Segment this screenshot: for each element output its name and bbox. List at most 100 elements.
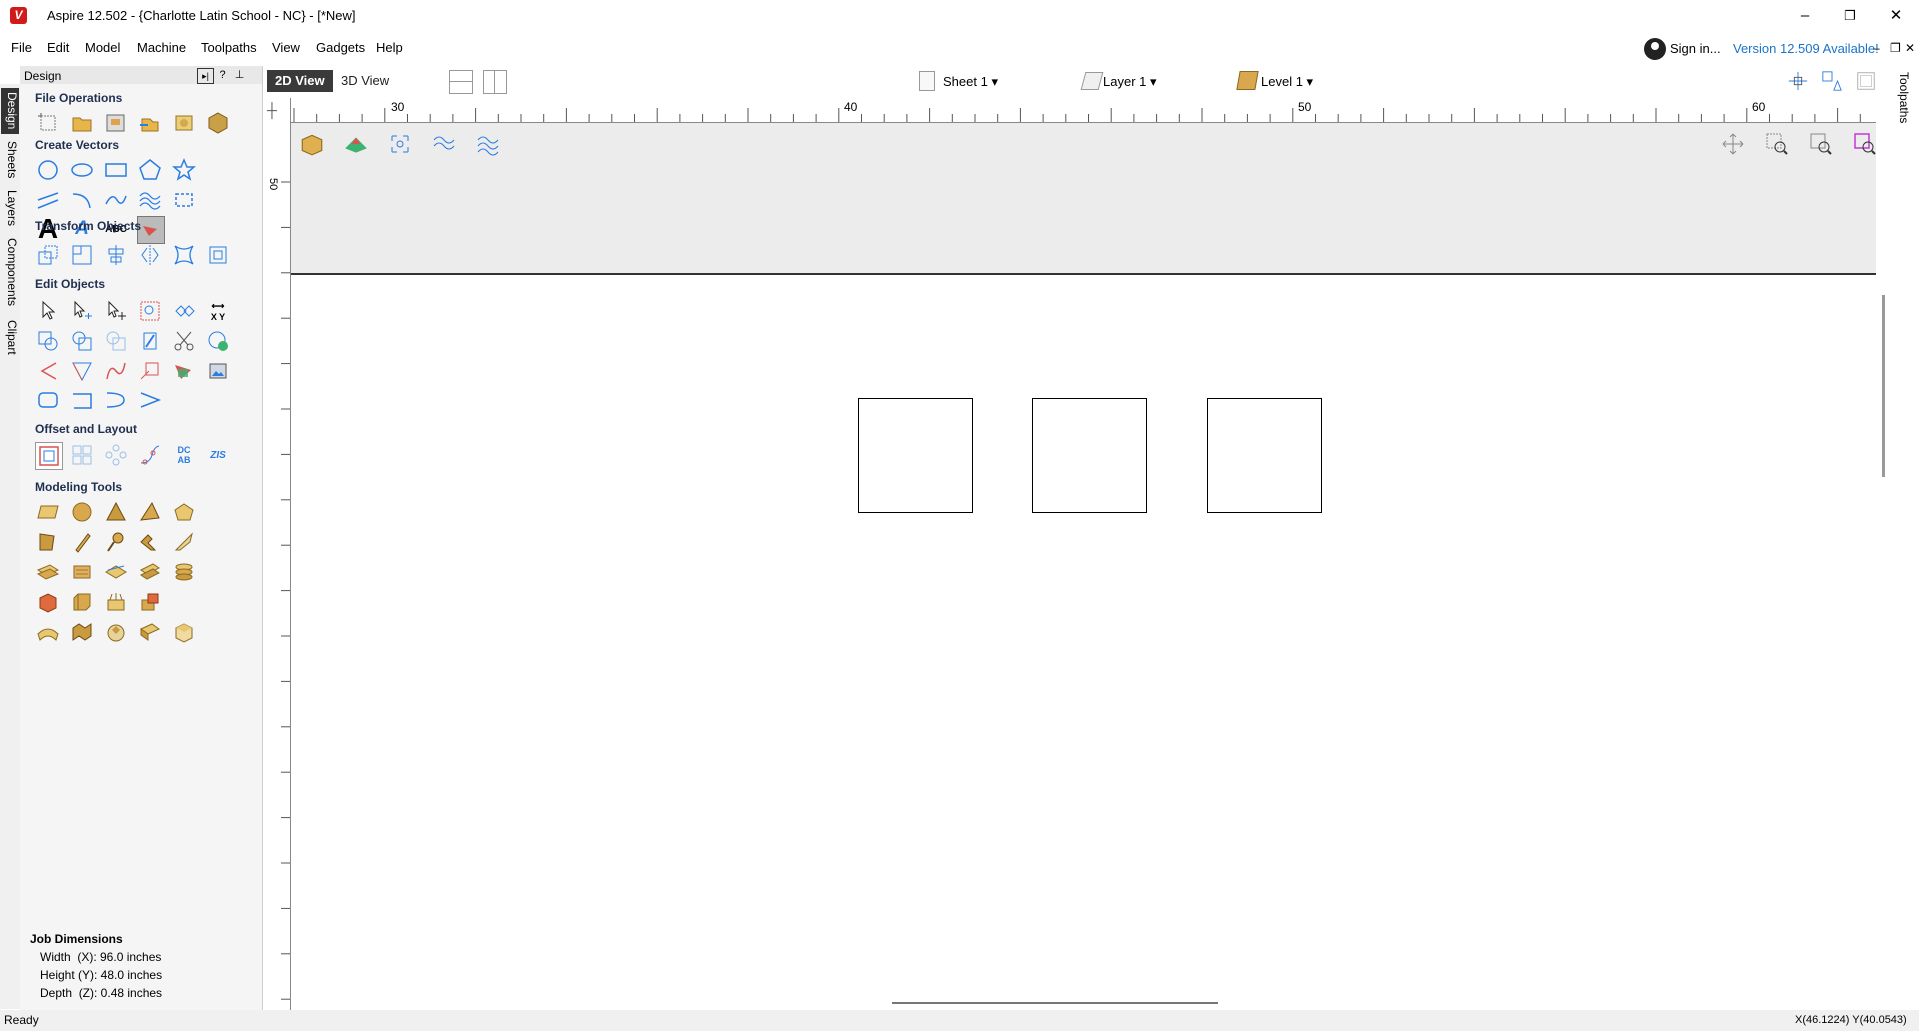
trim-icon[interactable] bbox=[137, 328, 163, 354]
subtract-icon[interactable] bbox=[69, 328, 95, 354]
nest-parts-icon[interactable] bbox=[171, 358, 197, 384]
create-shape-icon[interactable] bbox=[35, 499, 61, 525]
drawing-canvas[interactable] bbox=[291, 123, 1876, 995]
sculpt-icon[interactable] bbox=[35, 529, 61, 555]
close-vectors-icon[interactable] bbox=[205, 328, 231, 354]
close-button[interactable]: ✕ bbox=[1876, 4, 1916, 28]
split-vertical-icon[interactable] bbox=[483, 70, 507, 94]
menu-help[interactable]: Help bbox=[376, 40, 403, 55]
ellipse-icon[interactable] bbox=[69, 157, 95, 183]
export-stl-icon[interactable] bbox=[103, 619, 129, 645]
menu-view[interactable]: View bbox=[272, 40, 300, 55]
convert-lines-icon[interactable] bbox=[137, 387, 163, 413]
zoom-fit-icon[interactable] bbox=[383, 127, 417, 161]
tab-clipart[interactable]: Clipart bbox=[1, 316, 19, 358]
vertical-scrollbar[interactable] bbox=[1882, 295, 1885, 477]
mirror-icon[interactable] bbox=[137, 242, 163, 268]
toolpath-simulate-icon[interactable] bbox=[471, 127, 505, 161]
wrap-model-icon[interactable] bbox=[35, 619, 61, 645]
polyline-icon[interactable] bbox=[35, 187, 61, 213]
dimension-icon[interactable] bbox=[171, 187, 197, 213]
split-model-icon[interactable] bbox=[103, 589, 129, 615]
panel-help-button[interactable]: ? bbox=[215, 68, 230, 82]
reset-model-icon[interactable] bbox=[171, 619, 197, 645]
extrude-icon[interactable] bbox=[137, 499, 163, 525]
mold-icon[interactable] bbox=[69, 559, 95, 585]
model-tools-icon[interactable] bbox=[295, 127, 329, 161]
offset-icon[interactable] bbox=[35, 442, 63, 470]
rectangle-vector-3[interactable] bbox=[1207, 398, 1322, 513]
layer-stack-icon[interactable] bbox=[171, 559, 197, 585]
circle-icon[interactable] bbox=[35, 157, 61, 183]
interactive-select-icon[interactable] bbox=[137, 298, 163, 324]
distort-icon[interactable] bbox=[171, 242, 197, 268]
horizontal-scrollbar[interactable] bbox=[892, 1002, 1218, 1004]
show-grid-icon[interactable] bbox=[1855, 70, 1877, 92]
polygon-icon[interactable] bbox=[137, 157, 163, 183]
model-icon[interactable] bbox=[171, 499, 197, 525]
dome-icon[interactable] bbox=[69, 499, 95, 525]
sign-in-link[interactable]: Sign in... bbox=[1670, 41, 1721, 56]
scissors-icon[interactable] bbox=[171, 328, 197, 354]
nest-letters-icon[interactable]: DC AB bbox=[171, 442, 197, 468]
create-image-icon[interactable] bbox=[205, 358, 231, 384]
tile-model-icon[interactable] bbox=[69, 619, 95, 645]
minimize-button[interactable]: – bbox=[1785, 4, 1825, 28]
ruler-origin-icon[interactable]: ┼ bbox=[267, 102, 285, 120]
array-copy-icon[interactable] bbox=[69, 442, 95, 468]
rectangle-vector-2[interactable] bbox=[1032, 398, 1147, 513]
import-bitmap-icon[interactable] bbox=[171, 110, 197, 136]
split-horizontal-icon[interactable] bbox=[449, 70, 473, 94]
restore-button[interactable]: ❐ bbox=[1830, 4, 1870, 28]
selection-select-icon[interactable] bbox=[171, 298, 197, 324]
menu-model[interactable]: Model bbox=[85, 40, 120, 55]
menu-gadgets[interactable]: Gadgets bbox=[316, 40, 365, 55]
rectangle-vector-1[interactable] bbox=[858, 398, 973, 513]
menu-edit[interactable]: Edit bbox=[47, 40, 69, 55]
mdi-minimize-button[interactable]: – bbox=[1873, 41, 1880, 55]
two-rail-sweep-icon[interactable] bbox=[103, 499, 129, 525]
import-vectors-icon[interactable] bbox=[137, 110, 163, 136]
smooth-icon[interactable] bbox=[103, 529, 129, 555]
fillet-icon[interactable] bbox=[35, 358, 61, 384]
node-edit-icon[interactable] bbox=[69, 298, 95, 324]
rectangle-icon[interactable] bbox=[103, 157, 129, 183]
tab-layers[interactable]: Layers bbox=[1, 188, 19, 228]
zoom-box-icon[interactable] bbox=[1760, 127, 1794, 161]
open-file-icon[interactable] bbox=[69, 110, 95, 136]
dogbone-icon[interactable] bbox=[69, 387, 95, 413]
normalize-icon[interactable] bbox=[137, 619, 163, 645]
select-pointer-icon[interactable] bbox=[35, 298, 61, 324]
smooth-curve-icon[interactable] bbox=[103, 358, 129, 384]
menu-file[interactable]: File bbox=[11, 40, 32, 55]
draw-vectors-icon[interactable] bbox=[1821, 70, 1843, 92]
version-available-link[interactable]: Version 12.509 Available! bbox=[1733, 41, 1879, 56]
circular-array-icon[interactable] bbox=[103, 442, 129, 468]
pan-icon[interactable] bbox=[1716, 127, 1750, 161]
tilt-icon[interactable] bbox=[171, 529, 197, 555]
copy-along-vector-icon[interactable] bbox=[137, 442, 163, 468]
menu-toolpaths[interactable]: Toolpaths bbox=[201, 40, 257, 55]
new-file-icon[interactable] bbox=[35, 110, 61, 136]
layer-dropdown[interactable]: Layer 1 ▾ bbox=[1103, 74, 1157, 90]
slice-model-icon[interactable] bbox=[69, 589, 95, 615]
star-icon[interactable] bbox=[171, 157, 197, 183]
sheet-dropdown[interactable]: Sheet 1 ▾ bbox=[943, 74, 998, 90]
auto-layout-icon[interactable]: ZIS bbox=[205, 442, 231, 468]
curve-icon[interactable] bbox=[103, 187, 129, 213]
carve-icon[interactable] bbox=[69, 529, 95, 555]
tab-3d-view[interactable]: 3D View bbox=[333, 70, 397, 92]
arc-icon[interactable] bbox=[69, 187, 95, 213]
snap-icon[interactable] bbox=[1787, 70, 1809, 92]
render-icon[interactable] bbox=[339, 127, 373, 161]
mdi-close-button[interactable]: ✕ bbox=[1905, 41, 1915, 55]
extend-icon[interactable] bbox=[137, 358, 163, 384]
bake-model-icon[interactable] bbox=[137, 589, 163, 615]
menu-machine[interactable]: Machine bbox=[137, 40, 186, 55]
import-model-icon[interactable] bbox=[205, 110, 231, 136]
intersect-icon[interactable] bbox=[103, 328, 129, 354]
zoom-out-icon[interactable] bbox=[1804, 127, 1838, 161]
level-dropdown[interactable]: Level 1 ▾ bbox=[1261, 74, 1313, 90]
tab-components[interactable]: Components bbox=[1, 236, 19, 308]
tbone-icon[interactable] bbox=[103, 387, 129, 413]
